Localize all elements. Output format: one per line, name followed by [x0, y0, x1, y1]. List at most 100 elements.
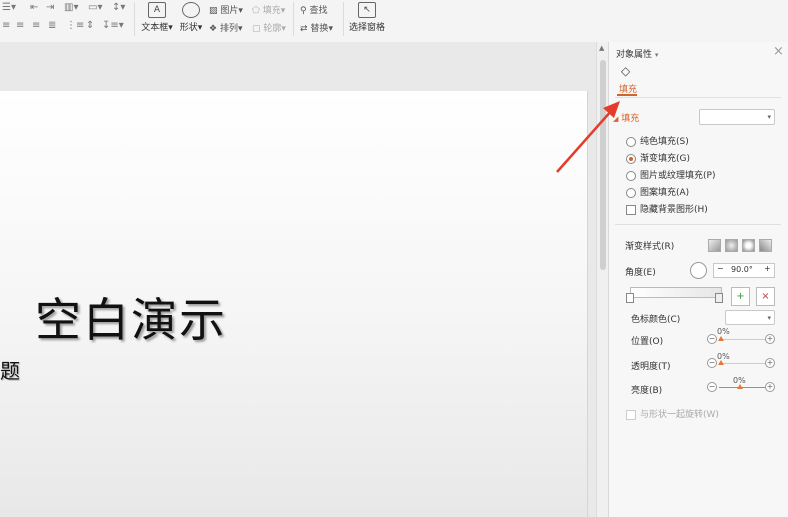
justify-icon[interactable]: ≣ — [48, 20, 56, 31]
text-direction-icon[interactable]: ⇕ — [86, 20, 94, 31]
fill-color-dropdown[interactable]: ▾ — [699, 109, 775, 125]
shape-button[interactable]: 形状▾ — [178, 2, 204, 33]
align-center-icon[interactable]: ≡ — [16, 20, 24, 31]
align-left-icon[interactable]: ≡ — [2, 20, 10, 31]
brightness-label: 亮度(B) — [631, 386, 663, 396]
panel-divider — [615, 97, 781, 98]
indent-increase-icon[interactable]: ⇥ — [46, 2, 54, 13]
section-fill[interactable]: ◢ 填充 — [613, 111, 639, 124]
add-stop-icon[interactable]: + — [731, 287, 750, 306]
brightness-value: 0% — [733, 376, 746, 385]
transparency-minus[interactable]: − — [707, 358, 717, 368]
angle-dial-icon[interactable] — [690, 262, 707, 279]
stop-color-dropdown[interactable]: ▾ — [725, 310, 775, 325]
position-value: 0% — [717, 327, 730, 336]
arrange-button[interactable]: ❖ 排列▾ — [209, 21, 243, 34]
minus-icon[interactable]: − — [717, 264, 724, 273]
close-icon[interactable]: × — [773, 44, 784, 59]
picture-icon: ▨ — [209, 6, 218, 16]
search-icon: ⚲ — [300, 6, 307, 16]
radio-gradient[interactable] — [626, 153, 636, 164]
transparency-label: 透明度(T) — [631, 362, 671, 372]
distribute-icon[interactable]: ⋮≡ — [66, 20, 84, 31]
text-box-icon: A — [148, 2, 166, 18]
scroll-up-icon[interactable]: ▲ — [599, 44, 604, 52]
fill-button[interactable]: ⬠ 填充▾ — [252, 3, 285, 16]
slide-title[interactable]: 空白演示 — [35, 284, 227, 350]
gradient-radial-swatch[interactable] — [725, 239, 738, 252]
selection-pane-label: 选择窗格 — [348, 23, 385, 33]
checkbox-box[interactable] — [626, 204, 636, 215]
picture-button[interactable]: ▨ 图片▾ — [209, 3, 243, 16]
fill-option-gradient[interactable]: 渐变填充(G) — [626, 151, 690, 164]
fill-option-solid[interactable]: 纯色填充(S) — [626, 134, 689, 147]
transparency-plus[interactable]: + — [765, 358, 775, 368]
gradient-stop-right[interactable] — [715, 293, 723, 303]
transparency-slider-track[interactable] — [719, 363, 765, 364]
text-box-label: 文本框 — [141, 23, 169, 33]
replace-label: 替换 — [310, 24, 329, 34]
hide-background-checkbox[interactable]: 隐藏背景图形(H) — [626, 202, 708, 215]
rotate-with-shape-checkbox[interactable]: 与形状一起旋转(W) — [626, 407, 719, 420]
angle-label: 角度(E) — [625, 268, 656, 278]
tab-fill-underline — [617, 94, 637, 96]
gradient-style-label: 渐变样式(R) — [625, 242, 675, 252]
find-button[interactable]: ⚲ 查找 — [300, 3, 327, 16]
brightness-plus[interactable]: + — [765, 382, 775, 392]
radio-solid[interactable] — [626, 136, 636, 147]
panel-title[interactable]: 对象属性 ▾ — [616, 47, 658, 60]
position-minus[interactable]: − — [707, 334, 717, 344]
para-spacing-icon[interactable]: ↧≡▾ — [102, 20, 124, 31]
gradient-rect-swatch[interactable] — [742, 239, 755, 252]
object-properties-panel: 对象属性 ▾ × ◇ 填充 ◢ 填充 ▾ 纯色填充(S) 渐变填充(G) 图片或… — [608, 42, 788, 517]
transparency-value: 0% — [717, 352, 730, 361]
text-box-small-icon[interactable]: ▭▾ — [88, 2, 102, 13]
angle-stepper[interactable]: − 90.0° + — [713, 263, 775, 278]
gradient-path-swatch[interactable] — [759, 239, 772, 252]
text-box-button[interactable]: A 文本框▾ — [140, 2, 174, 33]
picture-label: 图片 — [220, 6, 239, 16]
replace-button[interactable]: ⇄ 替换▾ — [300, 21, 333, 34]
chevron-down-icon: ▾ — [767, 313, 771, 322]
ribbon-separator — [343, 2, 344, 36]
shape-label: 形状 — [179, 23, 198, 33]
outline-button[interactable]: ▢ 轮廓▾ — [252, 21, 286, 34]
plus-icon[interactable]: + — [764, 264, 771, 273]
outline-label: 轮廓 — [263, 24, 282, 34]
fill-label: 填充 — [262, 6, 281, 16]
gradient-bar[interactable] — [630, 287, 722, 298]
brightness-minus[interactable]: − — [707, 382, 717, 392]
outline-icon: ▢ — [252, 24, 261, 34]
fill-bucket-icon: ◇ — [621, 64, 631, 78]
radio-pattern[interactable] — [626, 187, 636, 198]
gradient-linear-swatch[interactable] — [708, 239, 721, 252]
selection-pane-button[interactable]: ↖ 选择窗格 — [348, 2, 386, 33]
checkbox-box[interactable] — [626, 409, 636, 420]
shape-icon — [182, 2, 200, 18]
ribbon-toolbar: ☰▾ ⇤ ⇥ ▥▾ ▭▾ ↕▾ ≡ ≡ ≡ ≣ ⋮≡ ⇕ ↧≡▾ A 文本框▾ … — [0, 0, 788, 43]
replace-icon: ⇄ — [300, 24, 308, 34]
selection-pane-icon: ↖ — [358, 2, 376, 18]
column-icon[interactable]: ▥▾ — [64, 2, 78, 13]
indent-decrease-icon[interactable]: ⇤ — [30, 2, 38, 13]
position-slider-track[interactable] — [719, 339, 765, 340]
bullet-list-icon[interactable]: ☰▾ — [2, 2, 16, 13]
panel-divider — [615, 224, 781, 225]
position-slider-knob[interactable] — [718, 336, 724, 341]
fill-option-picture[interactable]: 图片或纹理填充(P) — [626, 168, 715, 181]
arrange-icon: ❖ — [209, 24, 218, 34]
remove-stop-icon[interactable]: × — [756, 287, 775, 306]
position-label: 位置(O) — [631, 337, 664, 347]
gradient-stop-left[interactable] — [626, 293, 634, 303]
line-spacing-icon[interactable]: ↕▾ — [112, 2, 125, 13]
position-plus[interactable]: + — [765, 334, 775, 344]
chevron-down-icon: ▾ — [767, 113, 771, 121]
find-label: 查找 — [309, 6, 328, 16]
align-right-icon[interactable]: ≡ — [32, 20, 40, 31]
fill-option-pattern[interactable]: 图案填充(A) — [626, 185, 689, 198]
slide-subtitle[interactable]: 题 — [0, 355, 20, 384]
angle-value[interactable]: 90.0° — [731, 265, 753, 274]
radio-picture[interactable] — [626, 170, 636, 181]
scrollbar-thumb[interactable] — [600, 60, 606, 270]
stop-color-label: 色标颜色(C) — [631, 315, 681, 325]
